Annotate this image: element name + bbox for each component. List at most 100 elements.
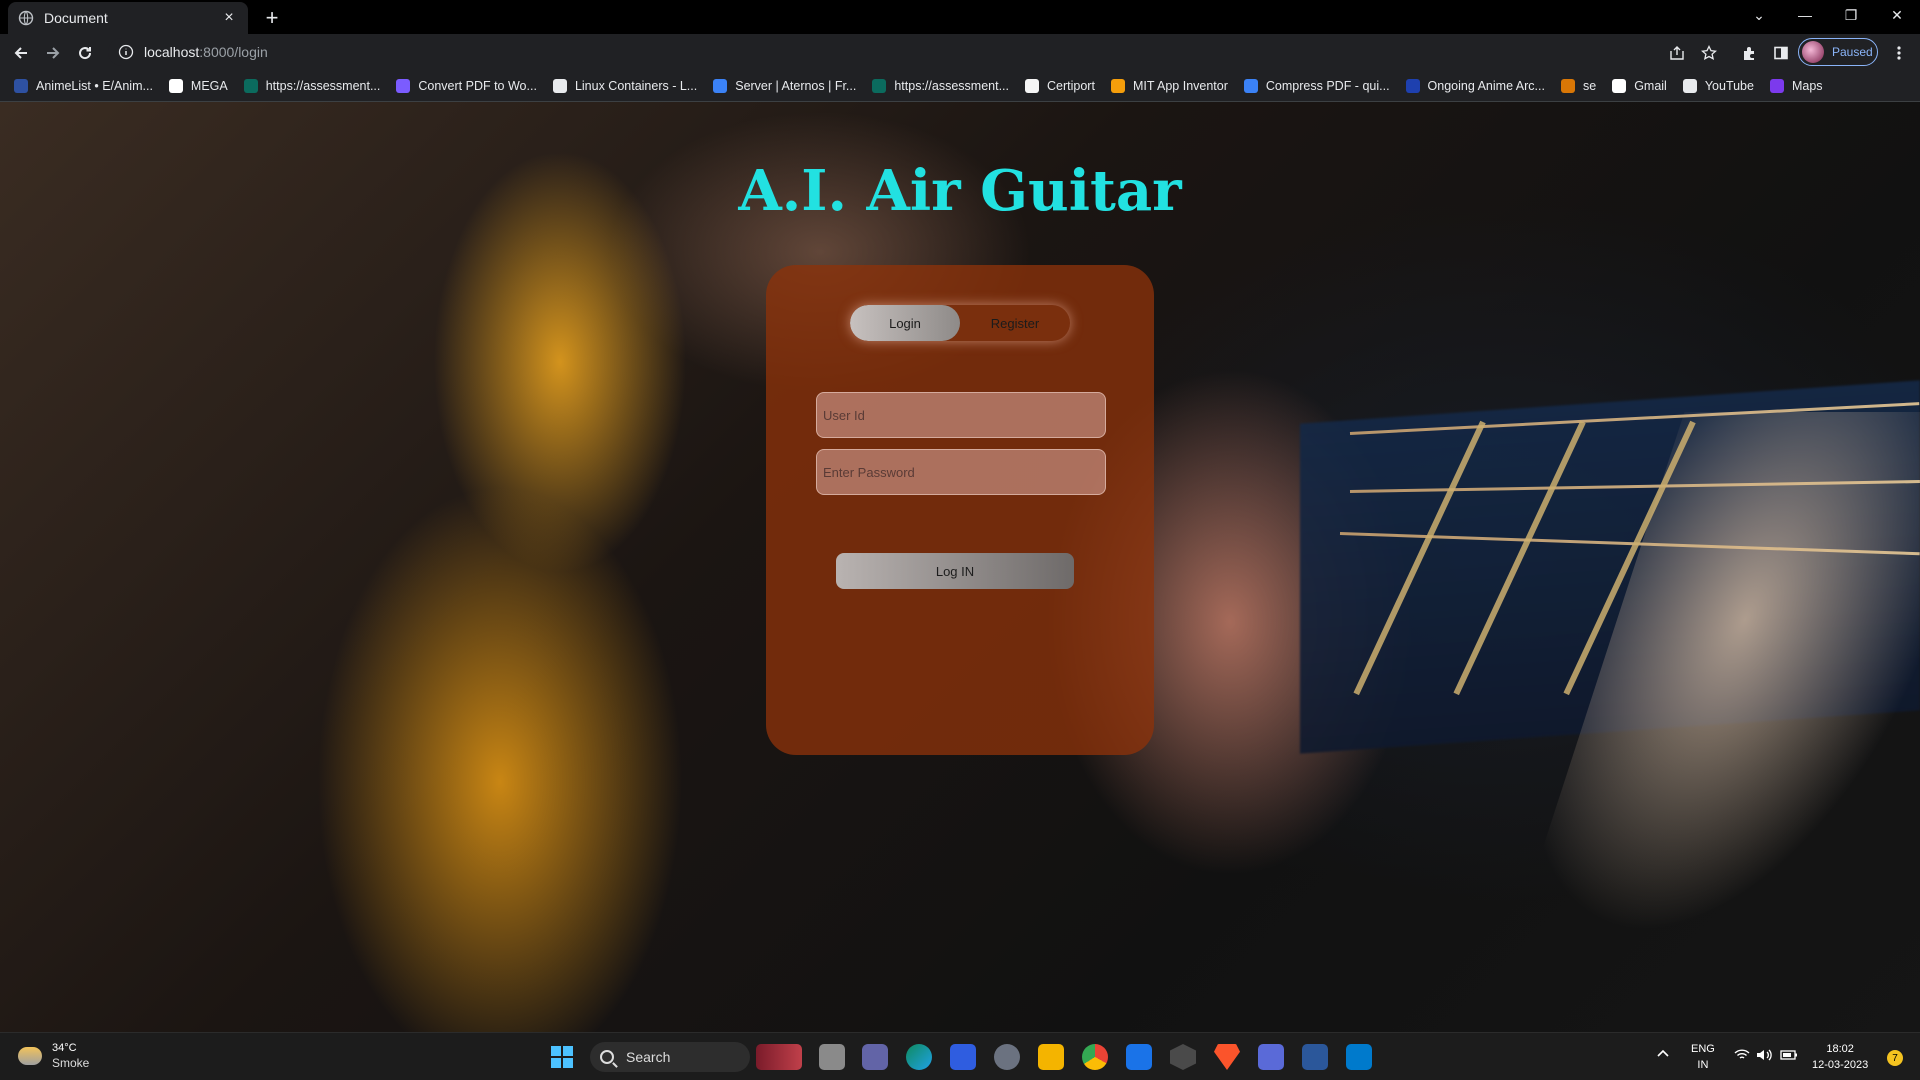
file-explorer-icon[interactable]	[1038, 1044, 1064, 1070]
bookmarks-bar: AnimeList • E/Anim... MEGA https://assessm…	[0, 70, 1920, 102]
bookmark-favicon-icon	[14, 78, 28, 93]
word-icon[interactable]	[1302, 1044, 1328, 1070]
extensions-icon[interactable]	[1738, 42, 1760, 64]
xcode-like-icon[interactable]	[1258, 1044, 1284, 1070]
bookmark-item[interactable]: Certiport	[1025, 78, 1095, 93]
bookmark-item[interactable]: Gmail	[1612, 78, 1667, 93]
bookmark-favicon-icon	[1110, 78, 1125, 93]
bookmark-label: Compress PDF - qui...	[1265, 78, 1390, 93]
bookmark-item[interactable]: MEGA	[168, 78, 228, 93]
info-icon	[118, 44, 134, 60]
reload-button[interactable]	[72, 40, 98, 66]
bookmark-item[interactable]: YouTube	[1682, 78, 1754, 93]
bookmark-favicon-icon	[168, 78, 183, 93]
new-tab-button[interactable]: +	[260, 5, 284, 30]
search-label: Search	[626, 1049, 671, 1065]
close-window-button[interactable]: ✕	[1874, 0, 1920, 30]
vscode-icon[interactable]	[1346, 1044, 1372, 1070]
bookmark-item[interactable]: se	[1560, 78, 1596, 93]
url-path: :8000/login	[199, 44, 268, 60]
login-button[interactable]: Log IN	[836, 553, 1074, 589]
bookmark-favicon-icon	[872, 78, 887, 93]
taskbar-search[interactable]: Search	[590, 1042, 750, 1072]
terminal-app-icon[interactable]	[950, 1044, 976, 1070]
minimize-button[interactable]: —	[1782, 0, 1828, 30]
forward-button[interactable]	[40, 40, 66, 66]
chevron-up-icon[interactable]	[1656, 1047, 1670, 1063]
profile-button[interactable]: Paused	[1798, 38, 1878, 66]
browser-toolbar: localhost:8000/login Paused	[0, 34, 1920, 70]
search-icon	[600, 1050, 614, 1064]
arrow-right-icon	[47, 47, 60, 59]
windows-start-icon[interactable]	[551, 1046, 573, 1068]
tab-strip: Document × + ⌄ — ❐ ✕	[0, 0, 1920, 34]
bookmark-label: YouTube	[1704, 78, 1754, 93]
bookmark-item[interactable]: Server | Aternos | Fr...	[713, 78, 857, 93]
bookmark-label: Certiport	[1047, 78, 1095, 93]
chrome-icon[interactable]	[1082, 1044, 1108, 1070]
bookmark-favicon-icon	[396, 78, 411, 93]
bookmark-label: https://assessment...	[265, 78, 381, 93]
back-button[interactable]	[8, 40, 34, 66]
bookmark-favicon-icon	[1025, 78, 1039, 93]
bookmark-item[interactable]: https://assessment...	[872, 78, 1009, 93]
globe-icon	[18, 10, 34, 26]
login-page: A.I. Air Guitar Login Register Log IN	[0, 102, 1920, 1032]
menu-kebab-icon[interactable]	[1888, 42, 1910, 64]
tab-document[interactable]: Document ×	[8, 2, 248, 34]
bookmark-favicon-icon	[1769, 78, 1784, 93]
bookmark-item[interactable]: Maps	[1769, 78, 1823, 93]
taskbar: 34°C Smoke Search ENG IN 18:02 12-03-202…	[0, 1032, 1920, 1080]
search-highlight-icon[interactable]	[756, 1044, 802, 1070]
login-card: Login Register Log IN	[766, 265, 1154, 755]
side-panel-icon[interactable]	[1770, 42, 1792, 64]
bookmark-star-icon[interactable]	[1698, 42, 1720, 64]
password-input[interactable]	[816, 449, 1106, 495]
task-view-icon[interactable]	[819, 1044, 845, 1070]
bookmark-favicon-icon	[713, 78, 728, 93]
bookmark-label: Server | Aternos | Fr...	[735, 78, 857, 93]
tab-search-icon[interactable]: ⌄	[1736, 0, 1782, 30]
notification-badge[interactable]: 7	[1887, 1050, 1903, 1066]
share-icon[interactable]	[1666, 42, 1688, 64]
avatar	[1802, 41, 1824, 63]
bookmark-item[interactable]: Ongoing Anime Arc...	[1405, 78, 1545, 93]
address-bar[interactable]: localhost:8000/login	[108, 38, 1748, 66]
profile-status: Paused	[1832, 45, 1873, 59]
bookmark-favicon-icon	[1405, 78, 1420, 93]
arrow-left-icon	[14, 47, 27, 59]
bookmark-label: MEGA	[190, 78, 228, 93]
user-id-input[interactable]	[816, 392, 1106, 438]
cloud-sun-icon	[18, 1047, 42, 1065]
volume-icon[interactable]	[1756, 1049, 1772, 1066]
weather-widget[interactable]: 34°C Smoke	[18, 1041, 89, 1071]
weather-condition: Smoke	[52, 1056, 90, 1070]
bookmark-label: Convert PDF to Wo...	[418, 78, 537, 93]
bookmark-item[interactable]: Linux Containers - L...	[552, 78, 698, 93]
mail-icon[interactable]	[1126, 1044, 1152, 1070]
chat-icon[interactable]	[862, 1044, 888, 1070]
restore-button[interactable]: ❐	[1828, 0, 1874, 30]
edge-icon[interactable]	[906, 1044, 932, 1070]
tab-register[interactable]: Register	[960, 305, 1070, 341]
clock-time: 18:02	[1826, 1043, 1854, 1055]
wifi-icon[interactable]	[1734, 1049, 1750, 1066]
language-indicator[interactable]: ENG IN	[1691, 1041, 1715, 1073]
language-line2: IN	[1697, 1059, 1709, 1071]
bookmark-label: MIT App Inventor	[1132, 78, 1228, 93]
brave-icon[interactable]	[1214, 1044, 1240, 1070]
tab-login[interactable]: Login	[850, 305, 960, 341]
bookmark-label: Linux Containers - L...	[574, 78, 698, 93]
tab-close-icon[interactable]: ×	[220, 9, 238, 27]
bookmark-item[interactable]: Convert PDF to Wo...	[396, 78, 537, 93]
bookmark-item[interactable]: MIT App Inventor	[1110, 78, 1228, 93]
bookmark-item[interactable]: Compress PDF - qui...	[1243, 78, 1390, 93]
bookmark-item[interactable]: AnimeList • E/Anim...	[14, 78, 153, 93]
clock[interactable]: 18:02 12-03-2023	[1812, 1041, 1868, 1073]
url-host: localhost	[144, 44, 200, 60]
settings-gear-icon[interactable]	[994, 1044, 1020, 1070]
bookmark-item[interactable]: https://assessment...	[243, 78, 381, 93]
battery-icon[interactable]	[1780, 1049, 1798, 1066]
language-line1: ENG	[1691, 1043, 1715, 1055]
unity-icon[interactable]	[1170, 1044, 1196, 1070]
